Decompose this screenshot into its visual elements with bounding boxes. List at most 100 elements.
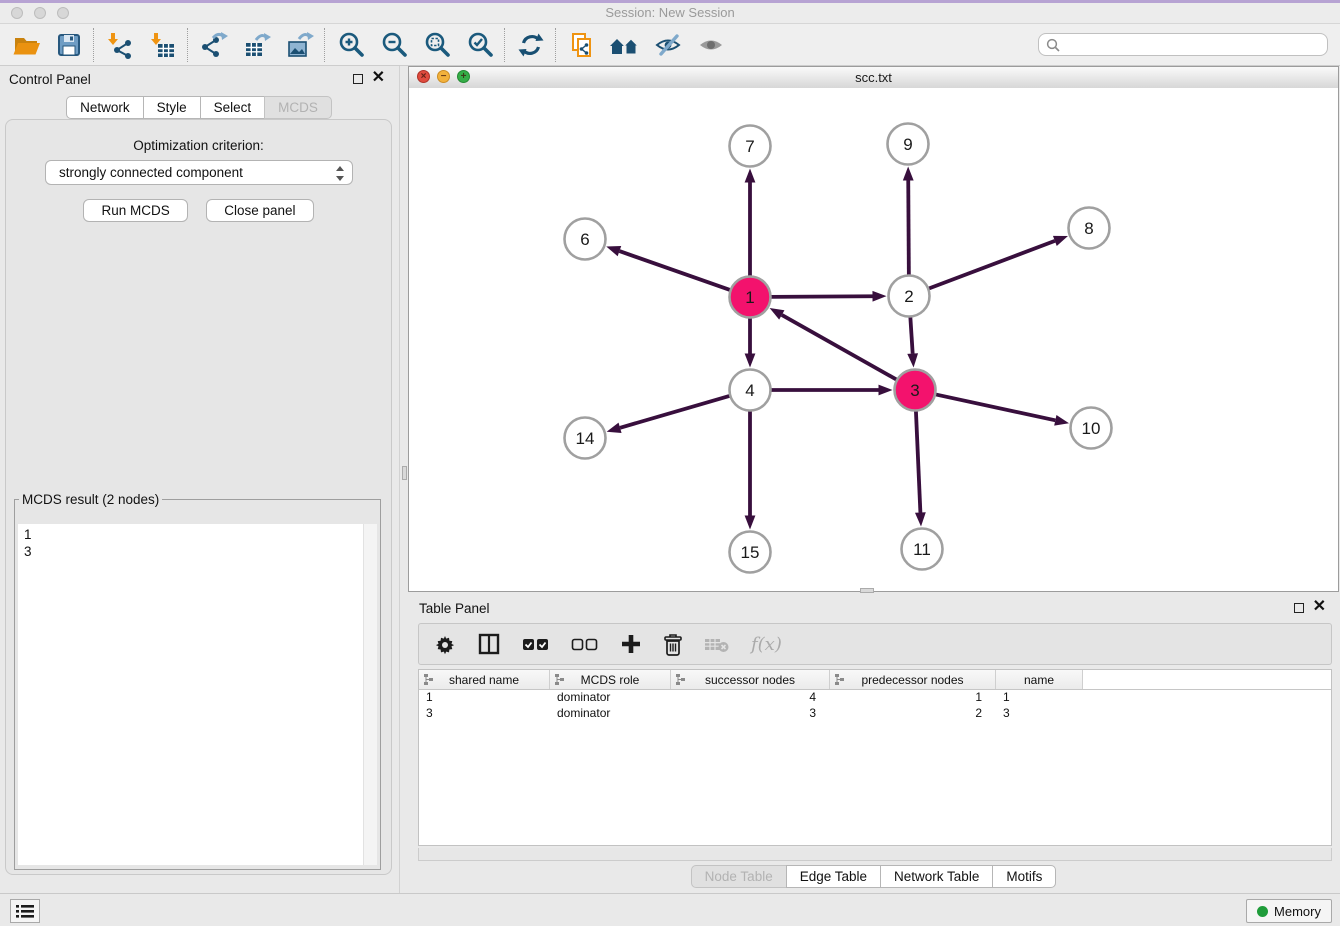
result-scrollbar[interactable]	[363, 524, 377, 865]
table-cell: 1	[996, 690, 1083, 706]
close-table-panel-icon[interactable]: ✕	[1313, 601, 1326, 613]
export-network-icon	[199, 30, 229, 60]
graph-edge-arrowhead	[745, 169, 756, 183]
graph-edge-2-3[interactable]	[910, 316, 912, 353]
table-tab-edge-table[interactable]: Edge Table	[786, 865, 881, 888]
zoom-selected-button[interactable]	[458, 27, 501, 63]
control-tab-style[interactable]: Style	[143, 96, 201, 119]
import-network-button[interactable]	[98, 27, 141, 63]
export-table-button[interactable]	[235, 27, 278, 63]
column-header-shared-name[interactable]: shared name	[419, 670, 550, 689]
column-header-predecessor-nodes[interactable]: predecessor nodes	[830, 670, 996, 689]
table-cell: 3	[419, 706, 550, 722]
plus-icon	[620, 633, 642, 655]
network-window-titlebar[interactable]: × − + scc.txt	[409, 67, 1338, 89]
splitter-grip-horizontal[interactable]	[860, 588, 874, 593]
import-table-button[interactable]	[141, 27, 184, 63]
search-input[interactable]	[1065, 36, 1327, 53]
close-panel-icon[interactable]: ✕	[372, 72, 385, 84]
column-header-name[interactable]: name	[996, 670, 1083, 689]
select-all-columns-button[interactable]	[522, 636, 550, 652]
graph-edge-3-11[interactable]	[916, 410, 920, 512]
duplicate-network-button[interactable]	[560, 27, 603, 63]
zoom-out-button[interactable]	[372, 27, 415, 63]
control-panel-tabs: NetworkStyleSelectMCDS	[0, 96, 399, 119]
control-panel-title: Control Panel	[9, 72, 91, 87]
deselect-all-columns-button[interactable]	[571, 636, 599, 652]
graph-edge-arrowhead	[1054, 415, 1069, 426]
mcds-result-group: MCDS result (2 nodes) 1 3	[14, 492, 381, 870]
gear-icon	[434, 633, 456, 655]
graph-edge-2-9[interactable]	[908, 180, 909, 275]
add-column-button[interactable]	[620, 633, 642, 655]
table-cell: dominator	[550, 706, 671, 722]
table-row[interactable]: 3dominator323	[419, 706, 1331, 722]
main-toolbar	[0, 24, 1340, 66]
graph-node-label: 4	[745, 381, 754, 400]
criterion-select[interactable]: strongly connected component	[45, 160, 353, 185]
apply-layout-button[interactable]	[509, 27, 552, 63]
graph-edge-1-6[interactable]	[619, 251, 730, 290]
graph-edge-4-14[interactable]	[620, 396, 730, 428]
table-tab-network-table[interactable]: Network Table	[880, 865, 993, 888]
run-mcds-button[interactable]: Run MCDS	[83, 199, 187, 222]
copy-network-icon	[567, 30, 597, 60]
save-disk-icon	[54, 30, 84, 60]
table-tab-node-table[interactable]: Node Table	[691, 865, 787, 888]
hide-selected-button[interactable]	[646, 27, 689, 63]
graph-edge-2-8[interactable]	[928, 241, 1055, 289]
show-task-history-button[interactable]	[10, 899, 40, 923]
table-cell: dominator	[550, 690, 671, 706]
graph-edge-3-1[interactable]	[782, 315, 897, 380]
control-tab-select[interactable]: Select	[200, 96, 266, 119]
control-tab-network[interactable]: Network	[66, 96, 144, 119]
toolbar-separator	[324, 28, 326, 62]
zoom-fit-icon	[422, 30, 452, 60]
eye-slash-icon	[653, 30, 683, 60]
table-tab-motifs[interactable]: Motifs	[992, 865, 1056, 888]
control-tab-mcds[interactable]: MCDS	[264, 96, 332, 119]
mcds-result-area[interactable]: 1 3	[18, 524, 377, 865]
save-session-button[interactable]	[47, 27, 90, 63]
export-network-button[interactable]	[192, 27, 235, 63]
toolbar-separator	[555, 28, 557, 62]
graph-edge-arrowhead	[915, 512, 926, 526]
graph-node-label: 1	[745, 288, 754, 307]
trash-icon	[663, 633, 683, 656]
memory-label: Memory	[1274, 904, 1321, 919]
column-header-MCDS-role[interactable]: MCDS role	[550, 670, 671, 689]
network-canvas[interactable]: 7968124314101511	[409, 88, 1338, 591]
zoom-in-button[interactable]	[329, 27, 372, 63]
homes-icon	[608, 30, 642, 60]
delete-column-button[interactable]	[663, 633, 683, 656]
function-builder-button[interactable]: f(x)	[751, 634, 782, 655]
export-table-icon	[242, 30, 272, 60]
graph-edge-1-2[interactable]	[770, 296, 872, 297]
show-all-button[interactable]	[689, 27, 732, 63]
graph-edge-3-10[interactable]	[935, 394, 1055, 420]
float-table-panel-icon[interactable]	[1294, 603, 1304, 613]
close-panel-button[interactable]: Close panel	[206, 199, 313, 222]
mcds-result-title: MCDS result (2 nodes)	[19, 492, 162, 507]
export-image-button[interactable]	[278, 27, 321, 63]
table-horizontal-scrollbar[interactable]	[418, 848, 1332, 861]
toolbar-search[interactable]	[1038, 33, 1328, 56]
home-view-button[interactable]	[603, 27, 646, 63]
zoom-fit-button[interactable]	[415, 27, 458, 63]
refresh-icon	[516, 30, 546, 60]
eye-icon	[696, 30, 726, 60]
table-row[interactable]: 1dominator411	[419, 690, 1331, 706]
table-settings-button[interactable]	[434, 633, 456, 655]
table-cell: 3	[671, 706, 830, 722]
open-session-button[interactable]	[4, 27, 47, 63]
show-column-panel-button[interactable]	[477, 632, 501, 656]
graph-node-label: 2	[904, 287, 913, 306]
session-title: Session: New Session	[0, 5, 1340, 20]
graph-node-label: 15	[741, 543, 760, 562]
splitter-grip-vertical[interactable]	[402, 466, 407, 480]
toolbar-separator	[504, 28, 506, 62]
column-header-successor-nodes[interactable]: successor nodes	[671, 670, 830, 689]
float-panel-icon[interactable]	[353, 74, 363, 84]
delete-table-button[interactable]	[704, 635, 730, 653]
memory-button[interactable]: Memory	[1246, 899, 1332, 923]
